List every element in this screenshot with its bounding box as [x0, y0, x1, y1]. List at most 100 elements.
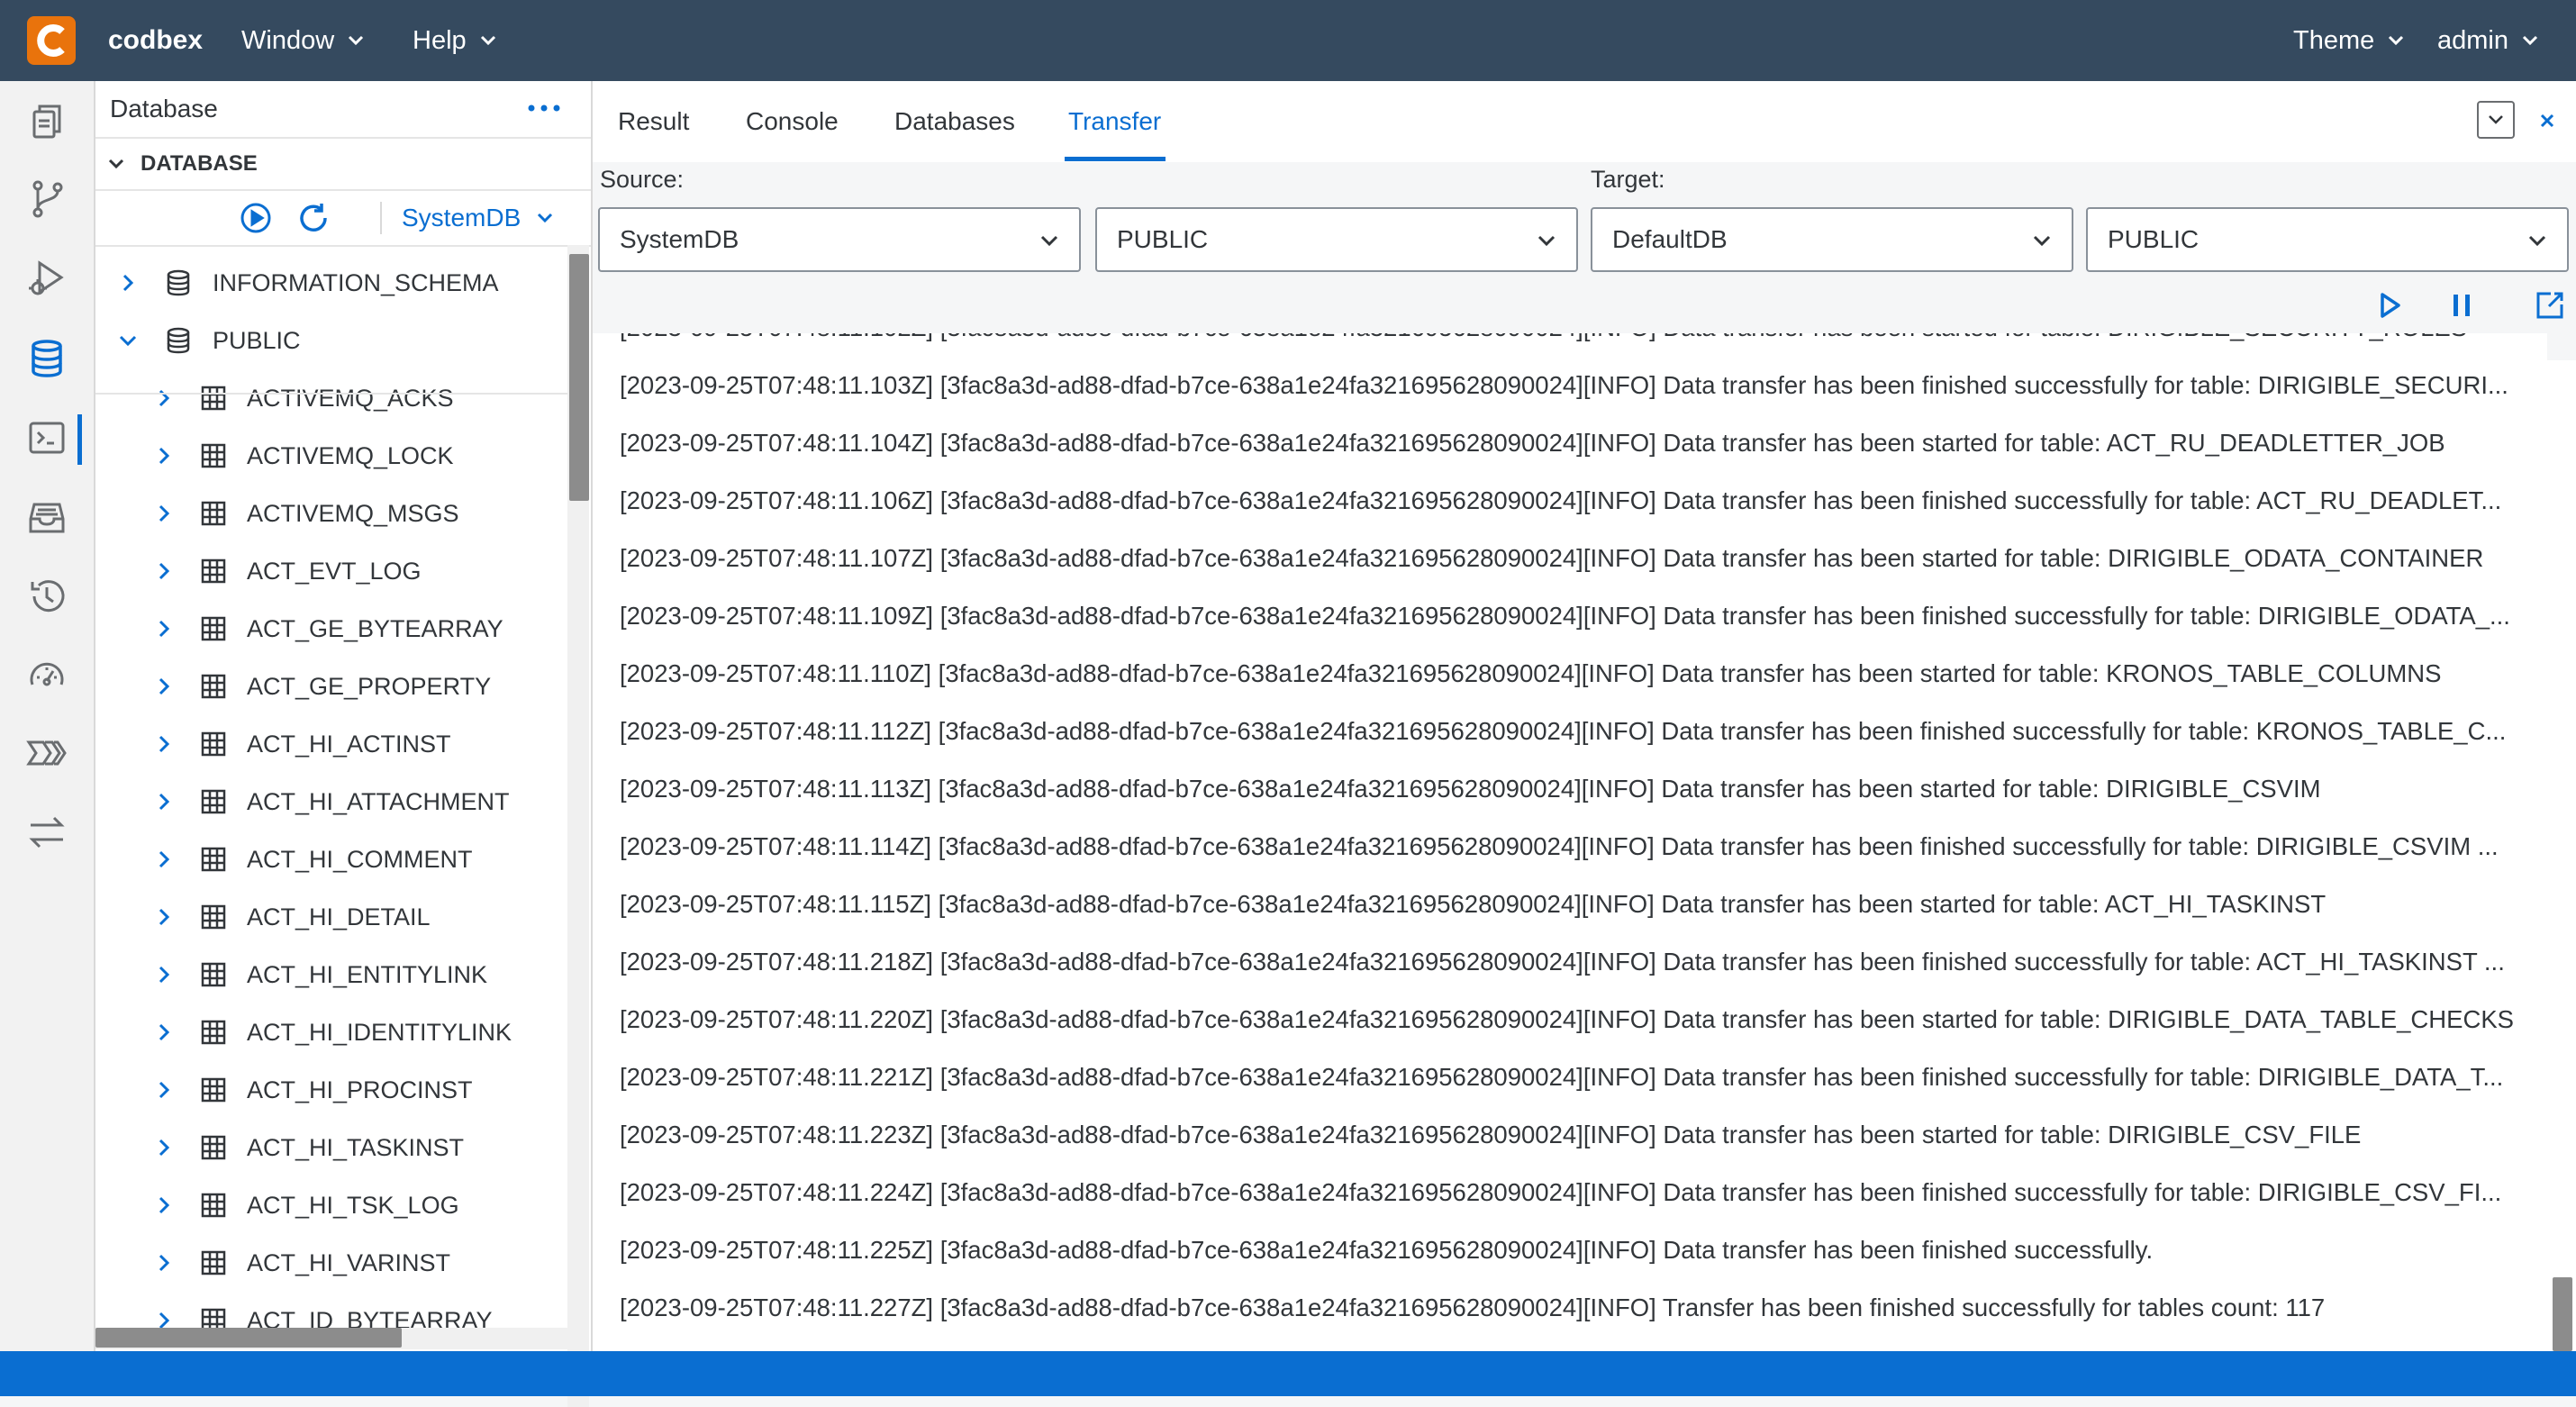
run-icon[interactable]: [240, 202, 272, 234]
source-label: Source:: [600, 166, 685, 193]
tree-item-table[interactable]: ACT_HI_ACTINST: [153, 715, 451, 773]
tree-item-label: ACT_HI_TASKINST: [247, 1133, 465, 1161]
log-line: [2023-09-25T07:48:11.221Z] [3fac8a3d-ad8…: [620, 1063, 2504, 1091]
tree-item-table[interactable]: ACT_HI_TSK_LOG: [153, 1176, 459, 1234]
menu-help-label: Help: [413, 25, 467, 55]
chevron-right-icon: [159, 1023, 170, 1041]
chevron-down-icon: [2522, 35, 2538, 46]
tree-item-table[interactable]: ACT_HI_VARINST: [153, 1234, 450, 1292]
more-options-icon[interactable]: [526, 97, 562, 119]
target-database-select[interactable]: DefaultDB: [1591, 207, 2073, 272]
database-toolbar: SystemDB: [95, 191, 591, 245]
database-select[interactable]: SystemDB: [402, 191, 555, 245]
chevron-right-icon: [159, 735, 170, 753]
table-icon: [201, 1250, 226, 1275]
chevron-right-icon: [159, 1139, 170, 1157]
tab-transfer[interactable]: Transfer: [1068, 81, 1161, 162]
menu-theme-label: Theme: [2293, 25, 2375, 55]
tree-item-table[interactable]: ACT_HI_PROCINST: [153, 1061, 473, 1119]
chevron-down-icon: [1040, 235, 1058, 247]
dashboard-icon[interactable]: [25, 654, 68, 697]
log-line: [2023-09-25T07:48:11.114Z] [3fac8a3d-ad8…: [620, 832, 2499, 860]
chevron-down-icon: [2033, 235, 2051, 247]
tab-console[interactable]: Console: [746, 81, 839, 162]
chevron-down-icon: [119, 335, 137, 347]
table-icon: [201, 443, 226, 468]
tab-bar: Result Console Databases Transfer: [593, 81, 2576, 162]
tree-item-label: ACTIVEMQ_MSGS: [247, 499, 459, 527]
tree-item-table[interactable]: ACT_HI_ENTITYLINK: [153, 946, 487, 1003]
tree-item-table[interactable]: ACT_HI_DETAIL: [153, 888, 431, 946]
inbox-icon[interactable]: [25, 495, 68, 539]
section-header-database[interactable]: DATABASE: [106, 139, 258, 189]
refresh-icon[interactable]: [297, 202, 330, 234]
tree-item-table[interactable]: ACT_EVT_LOG: [153, 542, 422, 600]
panel-title: Database: [110, 95, 218, 123]
log-scrollbar-thumb[interactable]: [2553, 1277, 2572, 1351]
codbex-logo[interactable]: [27, 16, 76, 65]
source-schema-select[interactable]: PUBLIC: [1095, 207, 1578, 272]
git-icon[interactable]: [25, 177, 68, 220]
tree-item-table[interactable]: ACTIVEMQ_ACKS: [153, 369, 454, 427]
source-database-select[interactable]: SystemDB: [598, 207, 1081, 272]
log-line: [2023-09-25T07:48:11.109Z] [3fac8a3d-ad8…: [620, 602, 2510, 630]
table-icon: [201, 558, 226, 584]
main-area: Result Console Databases Transfer Source…: [593, 81, 2576, 1351]
menu-window[interactable]: Window: [241, 0, 365, 81]
menu-theme[interactable]: Theme: [2293, 0, 2405, 81]
tab-databases[interactable]: Databases: [894, 81, 1015, 162]
tree-item-table[interactable]: ACT_HI_TASKINST: [153, 1119, 464, 1176]
chevron-down-icon: [108, 159, 124, 169]
section-title: DATABASE: [141, 151, 258, 176]
tree-item-table[interactable]: ACT_GE_BYTEARRAY: [153, 600, 503, 658]
log-line: [2023-09-25T07:48:11.218Z] [3fac8a3d-ad8…: [620, 948, 2505, 976]
tree-item-schema[interactable]: PUBLIC: [117, 312, 567, 369]
chevron-right-icon: [159, 793, 170, 811]
tree-item-table[interactable]: ACTIVEMQ_MSGS: [153, 485, 459, 542]
menu-user-label: admin: [2437, 25, 2508, 55]
log-line: [2023-09-25T07:48:11.106Z] [3fac8a3d-ad8…: [620, 486, 2502, 514]
table-icon: [201, 1020, 226, 1045]
terminal-icon[interactable]: [25, 416, 68, 459]
tree-item-schema[interactable]: INFORMATION_SCHEMA: [117, 254, 499, 312]
target-schema-select[interactable]: PUBLIC: [2086, 207, 2569, 272]
activity-bar: [0, 81, 95, 1351]
play-icon[interactable]: [2371, 286, 2408, 324]
tree-hscrollbar-thumb[interactable]: [95, 1328, 402, 1348]
chevron-right-icon: [159, 850, 170, 868]
divider: [380, 202, 382, 234]
table-icon: [201, 962, 226, 987]
reset-icon[interactable]: [2531, 286, 2569, 324]
pause-icon[interactable]: [2443, 286, 2481, 324]
tree-item-label: ACT_GE_BYTEARRAY: [247, 614, 503, 642]
tree-item-table[interactable]: ACT_HI_COMMENT: [153, 831, 473, 888]
menu-help[interactable]: Help: [413, 0, 497, 81]
log-line: [2023-09-25T07:48:11.113Z] [3fac8a3d-ad8…: [620, 775, 2321, 803]
chevron-right-icon: [159, 562, 170, 580]
debug-icon[interactable]: [25, 256, 68, 299]
tree-item-label: INFORMATION_SCHEMA: [213, 268, 499, 296]
menu-window-label: Window: [241, 25, 335, 55]
table-icon: [201, 731, 226, 757]
collapse-panel-button[interactable]: [2477, 101, 2515, 139]
chevrons-right-icon[interactable]: [25, 731, 68, 775]
tree-item-label: ACT_HI_ATTACHMENT: [247, 787, 510, 815]
tab-result[interactable]: Result: [618, 81, 689, 162]
tree-item-table[interactable]: ACTIVEMQ_LOCK: [153, 427, 454, 485]
tree-item-table[interactable]: ACT_HI_IDENTITYLINK: [153, 1003, 512, 1061]
history-icon[interactable]: [25, 575, 68, 618]
close-icon[interactable]: [2531, 104, 2563, 137]
transfer-icon[interactable]: [25, 811, 68, 854]
database-icon[interactable]: [25, 337, 68, 380]
table-icon: [201, 789, 226, 814]
chevron-right-icon: [159, 1081, 170, 1099]
chevron-right-icon: [159, 1254, 170, 1272]
shell-bar: codbex Window Help Theme admin: [0, 0, 2576, 81]
tree-item-table[interactable]: ACT_HI_ATTACHMENT: [153, 773, 510, 831]
menu-user[interactable]: admin: [2437, 0, 2539, 81]
target-label: Target:: [1591, 166, 1665, 193]
log-line: [2023-09-25T07:48:11.225Z] [3fac8a3d-ad8…: [620, 1236, 2154, 1264]
tree-scrollbar-thumb[interactable]: [569, 254, 589, 501]
tree-item-table[interactable]: ACT_GE_PROPERTY: [153, 658, 491, 715]
projects-icon[interactable]: [25, 99, 68, 142]
